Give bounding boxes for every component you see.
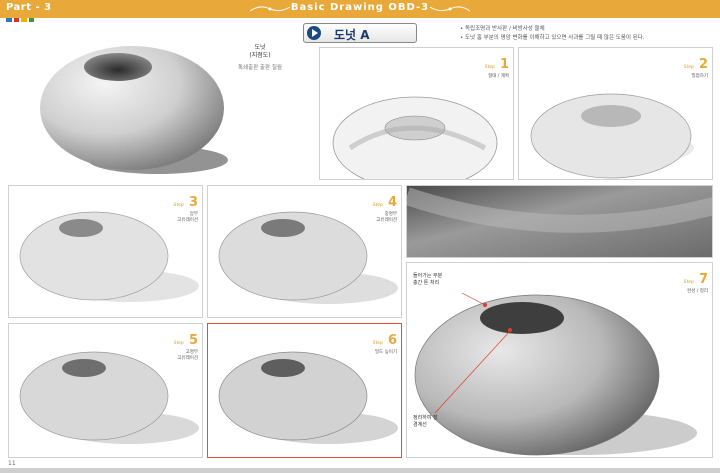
step-number: 6: [387, 333, 397, 348]
texture-closeup-image: [407, 186, 712, 257]
step-5-label: Step 5 고명부 고유레이션: [174, 329, 198, 361]
footer-bar: [0, 468, 720, 473]
note-line: • 독립조명과 반사판 / 비방사성 을체: [460, 26, 545, 32]
main-caption: 도넛 (지점도) 톡쇄출판 출판 칠월: [236, 44, 284, 72]
caption-title: 도넛: [254, 44, 266, 51]
step-text: Step: [173, 341, 184, 346]
notes: • 독립조명과 반사판 / 비방사성 을체 • 도넛 홈 부분의 명암 변화를 …: [460, 25, 645, 43]
annotation-top: 들어가는 부분 충간 톤 처리: [413, 273, 443, 286]
step-6-panel: Step 6 밀도 높이기: [207, 323, 402, 458]
step-text: Step: [683, 65, 694, 70]
step-2-label: Step 2 밀접하기: [684, 53, 708, 79]
step-4-panel: Step 4 중명부 고유레이션: [207, 185, 402, 318]
step-desc: 고명부 고유레이션: [177, 350, 198, 361]
step-text: Step: [173, 203, 184, 208]
donut-photo: [40, 46, 228, 174]
step-5-panel: Step 5 고명부 고유레이션: [8, 323, 203, 458]
step-1-label: Step 1 형태 / 계획: [485, 53, 509, 79]
play-icon[interactable]: [307, 26, 321, 40]
caption-note: 톡쇄출판 출판 칠월: [238, 65, 282, 71]
donut-title-button[interactable]: 도넛 A: [303, 23, 417, 43]
step-7-panel: 들어가는 부분 충간 톤 처리 정리하여 잘 경계선 Step 7 완성 / 정…: [406, 262, 713, 458]
step-desc: 암부 고유레이션: [177, 212, 198, 223]
annotation-marker: [483, 303, 487, 307]
step-desc: 완성 / 정리: [687, 289, 708, 294]
page-header-title: Basic Drawing OBD-3: [290, 2, 430, 13]
caption-subtitle: (지점도): [249, 52, 271, 59]
step-text: Step: [372, 341, 383, 346]
step-1-panel: Step 1 형태 / 계획: [319, 47, 514, 180]
step-desc: 밀도 높이기: [374, 350, 397, 355]
step-text: Step: [484, 65, 495, 70]
step-4-label: Step 4 중명부 고유레이션: [373, 191, 397, 223]
texture-closeup: [406, 185, 713, 258]
step-6-label: Step 6 밀도 높이기: [373, 329, 397, 355]
step-number: 5: [188, 333, 198, 348]
step-desc: 중명부 고유레이션: [376, 212, 397, 223]
annotation-bottom: 정리하여 잘 경계선: [413, 415, 438, 428]
step-number: 4: [387, 195, 397, 210]
annotation-marker: [508, 328, 512, 332]
step-number: 7: [698, 272, 708, 287]
step-desc: 밀접하기: [691, 74, 708, 79]
step-text: Step: [683, 280, 694, 285]
step-number: 3: [188, 195, 198, 210]
step-text: Step: [372, 203, 383, 208]
right-ornament-icon: [430, 6, 470, 12]
step-3-panel: Step 3 암부 고유레이션: [8, 185, 203, 318]
step-7-label: Step 7 완성 / 정리: [684, 268, 708, 294]
donut-title: 도넛 A: [334, 28, 370, 42]
page-number: 11: [8, 460, 16, 467]
step-number: 1: [499, 57, 509, 72]
step-2-panel: Step 2 밀접하기: [518, 47, 713, 180]
note-line: • 도넛 홈 부분의 명암 변화를 이해하고 있으면 사과를 그릴 때 많은 도…: [460, 35, 645, 41]
step-3-label: Step 3 암부 고유레이션: [174, 191, 198, 223]
header-bar: Part - 3 Basic Drawing OBD-3: [0, 0, 720, 18]
step-number: 2: [698, 57, 708, 72]
step-desc: 형태 / 계획: [488, 74, 509, 79]
